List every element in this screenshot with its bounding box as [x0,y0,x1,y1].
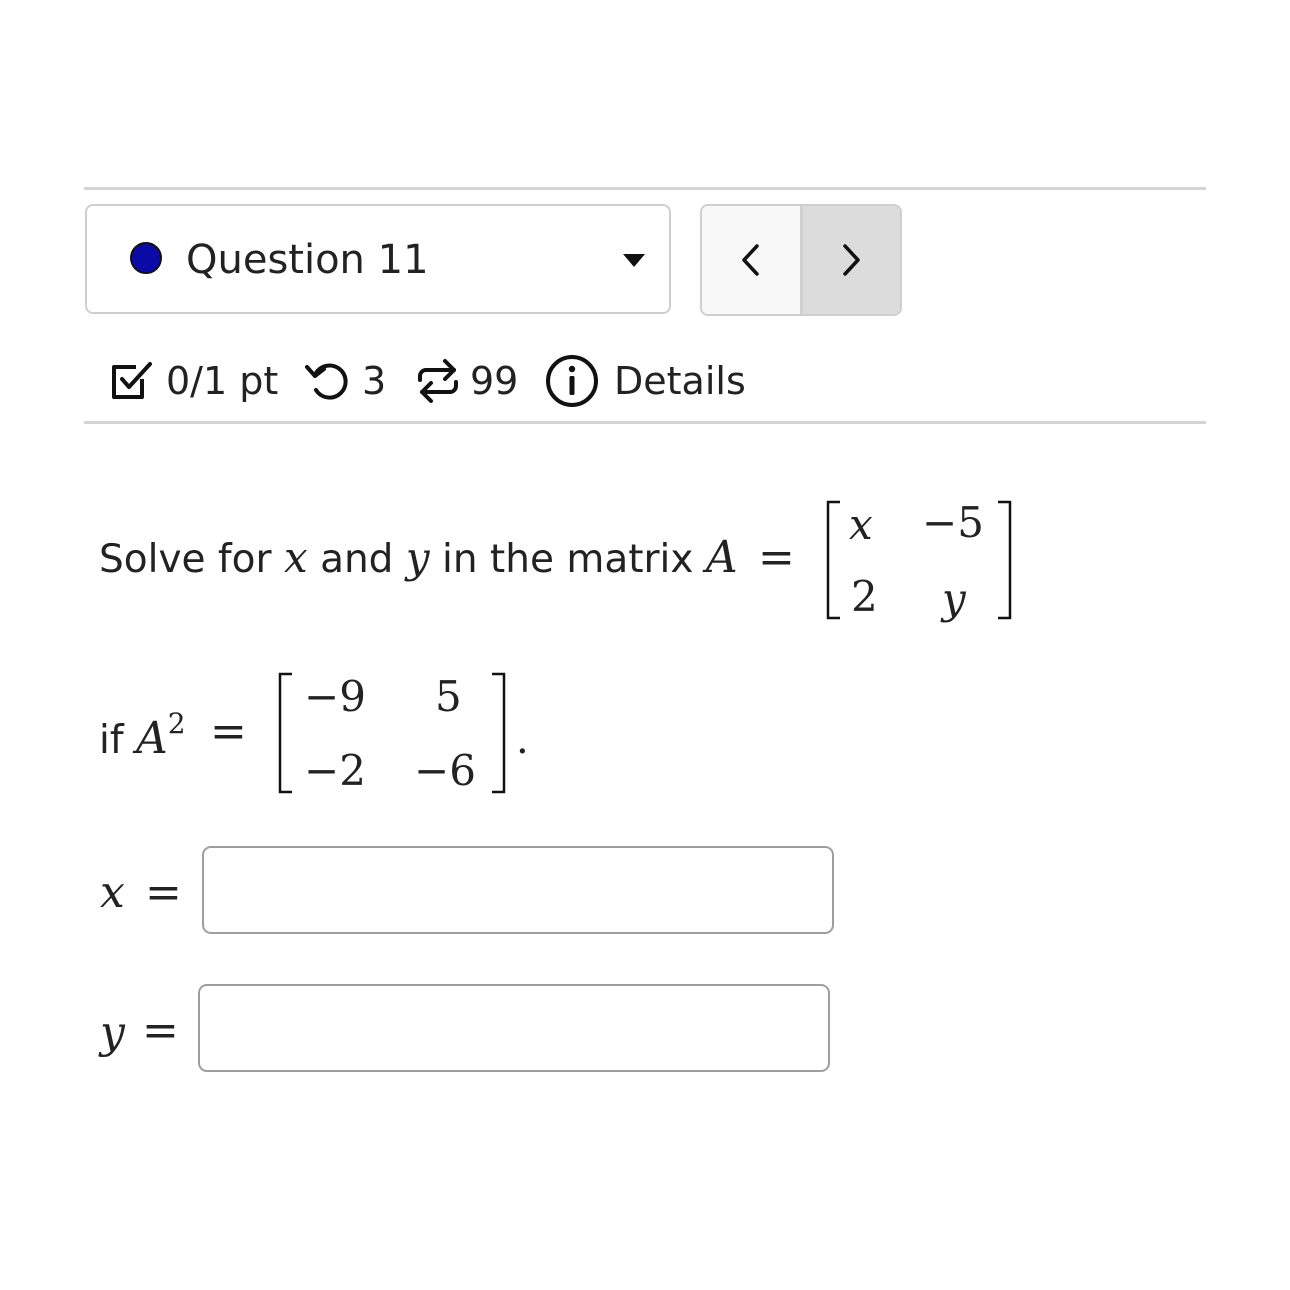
matrix-a-squared-cell: −9 [304,672,366,721]
condition-statement: if A2 [99,704,186,767]
question-page: Question 11 0/1 pt 3 99 Details Solve fo… [0,0,1290,1290]
matrix-a-squared-cell: 5 [435,672,462,721]
retries-count: 3 [362,359,387,403]
answer-y-input[interactable] [198,984,830,1072]
previous-question-button[interactable] [702,206,803,314]
retry-icon [305,363,348,400]
a-squared-base: A [135,713,168,764]
equals-sign: = [210,706,247,757]
matrix-a: x −5 2 y [826,500,1016,620]
retries-info: 3 [304,346,386,416]
question-label: Question 11 [186,237,429,283]
top-divider [84,187,1206,190]
equals-sign: = [758,532,795,583]
answer-x-input[interactable] [202,846,834,934]
attempts-info: 99 [414,346,518,416]
question-nav [700,204,902,316]
details-label: Details [614,359,746,403]
problem-var-y: y [405,533,430,582]
problem-text-in-matrix: in the matrix [441,537,694,582]
matrix-a-cell: −5 [922,498,984,547]
matrix-a-squared: −9 5 −2 −6 [278,672,510,794]
answer-y-label: y [100,1007,125,1058]
chevron-left-icon [742,244,759,276]
score-info: 0/1 pt [110,346,278,416]
question-status-dot [130,242,162,274]
attempts-count: 99 [470,359,519,403]
period: . [516,717,529,763]
checkbox-check-icon [112,362,152,399]
problem-text-and: and [320,537,394,582]
repeat-icon [418,359,458,403]
question-selector[interactable]: Question 11 [85,204,671,314]
answer-x-equals: = [145,867,182,918]
matrix-a-squared-cell: −6 [414,746,476,795]
matrix-name: A [705,532,738,583]
meta-divider [84,421,1206,424]
info-icon [546,355,598,407]
answer-x-label: x [100,867,125,918]
next-question-button[interactable] [802,206,900,314]
matrix-a-cell: y [942,574,966,623]
score-text: 0/1 pt [166,359,279,403]
problem-text-solve: Solve for [99,537,272,582]
matrix-a-cell: 2 [851,572,878,621]
matrix-a-cell: x [849,500,873,549]
details-button[interactable]: Details [544,346,746,416]
matrix-a-squared-cell: −2 [304,746,366,795]
problem-text-if: if [99,718,124,763]
a-squared-exponent: 2 [167,707,186,740]
chevron-right-icon [843,244,860,276]
problem-var-x: x [283,533,308,582]
caret-down-icon [623,254,645,267]
answer-y-equals: = [142,1005,179,1056]
problem-statement: Solve for x and y in the matrix A [99,532,738,586]
